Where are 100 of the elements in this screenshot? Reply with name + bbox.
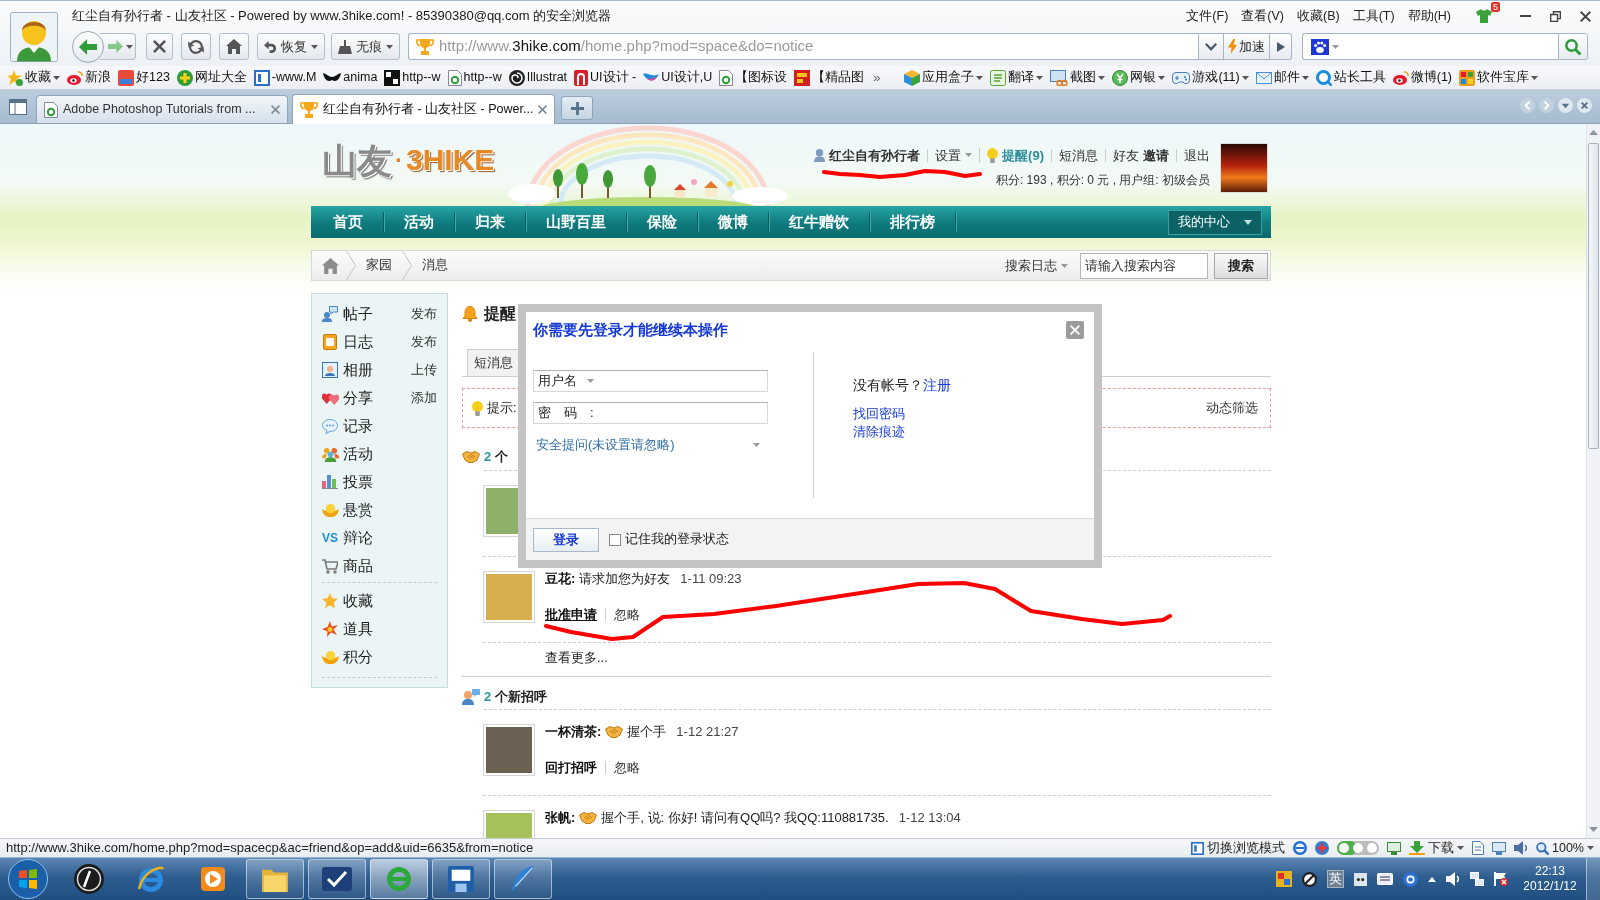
sidebar-action-link[interactable]: 发布 bbox=[411, 305, 437, 323]
bookmark-link[interactable]: 新浪 bbox=[67, 70, 111, 85]
action-link[interactable]: 忽略 bbox=[605, 760, 648, 774]
toolbar-app-button[interactable]: 翻译 bbox=[990, 69, 1044, 86]
sidebar-link[interactable]: 相册 bbox=[343, 360, 373, 380]
toolbar-app-button[interactable]: 站长工具 bbox=[1315, 69, 1386, 86]
password-field[interactable]: 密 码 : bbox=[533, 402, 768, 424]
profile-photo[interactable] bbox=[1220, 143, 1268, 193]
clock[interactable]: 22:13 2012/1/12 bbox=[1518, 864, 1582, 894]
network-icon[interactable] bbox=[1470, 872, 1484, 886]
e-logo-icon[interactable] bbox=[1293, 841, 1307, 855]
sidebar-link[interactable]: 记录 bbox=[343, 416, 373, 436]
username-field[interactable]: 用户名 bbox=[533, 370, 768, 392]
sidebar-link[interactable]: 积分 bbox=[343, 647, 373, 667]
speaker-icon[interactable] bbox=[1514, 841, 1528, 855]
nav-link[interactable]: 山野百里 bbox=[526, 212, 627, 232]
taskbar-button[interactable] bbox=[432, 859, 490, 899]
monitor-icon[interactable] bbox=[1492, 841, 1506, 855]
nav-link[interactable]: 活动 bbox=[384, 212, 455, 232]
go-button[interactable] bbox=[1270, 33, 1292, 60]
toolbar-app-button[interactable]: 软件宝库 bbox=[1459, 69, 1539, 86]
start-button[interactable] bbox=[8, 859, 48, 899]
security-question-select[interactable]: 安全提问(未设置请忽略) bbox=[533, 436, 760, 454]
home-button[interactable] bbox=[219, 33, 249, 60]
bookmark-link[interactable]: 收藏 bbox=[7, 69, 60, 86]
settings-menu[interactable]: 设置 bbox=[935, 148, 973, 162]
nav-link[interactable]: 保险 bbox=[627, 212, 698, 232]
zoom-button[interactable]: 100% bbox=[1536, 840, 1594, 856]
sidebar-toggle-button[interactable] bbox=[7, 97, 29, 117]
show-desktop-button[interactable] bbox=[1586, 858, 1600, 900]
nav-link[interactable]: 排行榜 bbox=[870, 212, 956, 232]
address-field[interactable]: http://www.3hike.com/home.php?mod=space&do=notice bbox=[408, 33, 1198, 60]
nav-link[interactable]: 首页 bbox=[313, 212, 384, 232]
tab[interactable]: 短消息 bbox=[467, 349, 520, 376]
logout-link[interactable]: 退出 bbox=[1184, 148, 1210, 162]
action-link[interactable]: 忽略 bbox=[605, 607, 648, 621]
menu-item[interactable]: 文件(F) bbox=[1186, 8, 1229, 24]
bookmark-link[interactable]: 好123 bbox=[118, 69, 170, 86]
document-icon[interactable] bbox=[1472, 841, 1484, 855]
menu-item[interactable]: 工具(T) bbox=[1352, 8, 1395, 24]
sidebar-link[interactable]: 活动 bbox=[343, 444, 373, 464]
search-scope-dropdown[interactable]: 搜索日志 bbox=[1005, 257, 1068, 274]
search-button[interactable] bbox=[1558, 33, 1588, 60]
bookmark-link[interactable]: anima bbox=[323, 70, 378, 85]
messages-link[interactable]: 短消息 bbox=[1059, 148, 1098, 162]
browse-mode-button[interactable]: 切换浏览模式 bbox=[1191, 840, 1285, 856]
sidebar-link[interactable]: 分享 bbox=[343, 388, 373, 408]
skin-button[interactable] bbox=[1476, 9, 1492, 23]
register-link[interactable]: 注册 bbox=[923, 377, 951, 395]
nav-link[interactable]: 红牛赠饮 bbox=[769, 212, 870, 232]
bookmark-link[interactable]: http--w bbox=[384, 69, 441, 86]
filter-link[interactable]: 动态筛选 bbox=[1206, 399, 1258, 417]
scrollbar-thumb[interactable] bbox=[1588, 143, 1599, 449]
toolbar-app-button[interactable]: 邮件 bbox=[1255, 70, 1309, 85]
nav-link[interactable]: 归来 bbox=[455, 212, 526, 232]
ring-icon[interactable] bbox=[1403, 871, 1418, 887]
toolbar-app-button[interactable]: 应用盒子 bbox=[904, 69, 984, 86]
new-tab-button[interactable] bbox=[561, 96, 594, 120]
bookmark-link[interactable]: UI设计,U bbox=[643, 70, 713, 85]
browser-tab[interactable]: 红尘自有孙行者 - 山友社区 - Power... bbox=[292, 94, 556, 124]
user-name-link[interactable]: 张帆: bbox=[545, 809, 576, 827]
reminders-link[interactable]: 提醒(9) bbox=[1002, 148, 1044, 162]
sidebar-action-link[interactable]: 发布 bbox=[411, 333, 437, 351]
flag-icon[interactable] bbox=[1494, 872, 1508, 886]
sidebar-link[interactable]: 道具 bbox=[343, 619, 373, 639]
my-center-dropdown[interactable]: 我的中心 bbox=[1168, 209, 1262, 235]
dots-icon[interactable] bbox=[1354, 872, 1367, 886]
action-link[interactable]: 批准申请 bbox=[545, 607, 605, 621]
user-name-link[interactable]: 一杯清茶: bbox=[545, 723, 602, 741]
username-link[interactable]: 红尘自有孙行者 bbox=[829, 148, 921, 162]
browser-tab[interactable]: Adobe Photoshop Tutorials from ... bbox=[36, 95, 288, 123]
invite-link[interactable]: 邀请 bbox=[1143, 148, 1169, 162]
avatar-photo[interactable] bbox=[483, 724, 535, 776]
toolbar-app-button[interactable]: 截图 bbox=[1050, 69, 1106, 86]
bookmark-link[interactable]: 【图标设 bbox=[719, 69, 788, 86]
more-bookmarks-button[interactable]: » bbox=[873, 69, 881, 86]
restore-button[interactable]: 恢复 bbox=[257, 33, 325, 60]
history-dropdown-button[interactable] bbox=[1198, 33, 1224, 60]
taskbar-button[interactable] bbox=[308, 859, 366, 899]
speed-up-button[interactable]: 加速 bbox=[1224, 33, 1270, 60]
nav-link[interactable]: 微博 bbox=[698, 212, 769, 232]
refresh-button[interactable] bbox=[181, 33, 211, 60]
breadcrumb-link[interactable]: 家园 bbox=[356, 257, 402, 274]
menu-item[interactable]: 收藏(B) bbox=[1297, 8, 1340, 24]
bookmark-link[interactable]: Illustrat bbox=[508, 69, 568, 86]
sidebar-link[interactable]: 辩论 bbox=[343, 528, 373, 548]
incognito-button[interactable]: 无痕 bbox=[331, 33, 400, 60]
user-name-link[interactable]: 豆花: bbox=[545, 570, 576, 588]
search-submit-button[interactable]: 搜索 bbox=[1214, 252, 1268, 279]
close-all-button[interactable] bbox=[1577, 98, 1592, 113]
login-button[interactable]: 登录 bbox=[533, 527, 599, 552]
tab-list-button[interactable] bbox=[1558, 98, 1573, 113]
ime-indicator[interactable]: 英 bbox=[1327, 870, 1344, 888]
close-tab-button[interactable] bbox=[538, 105, 548, 114]
menu-item[interactable]: 帮助(H) bbox=[1407, 8, 1451, 24]
dialog-link[interactable]: 找回密码 bbox=[853, 405, 905, 423]
bookmark-link[interactable]: 网址大全 bbox=[176, 69, 247, 86]
screen-icon[interactable] bbox=[1387, 841, 1401, 855]
no-entry-icon[interactable] bbox=[1302, 871, 1317, 887]
action-link[interactable]: 回打招呼 bbox=[545, 760, 605, 774]
